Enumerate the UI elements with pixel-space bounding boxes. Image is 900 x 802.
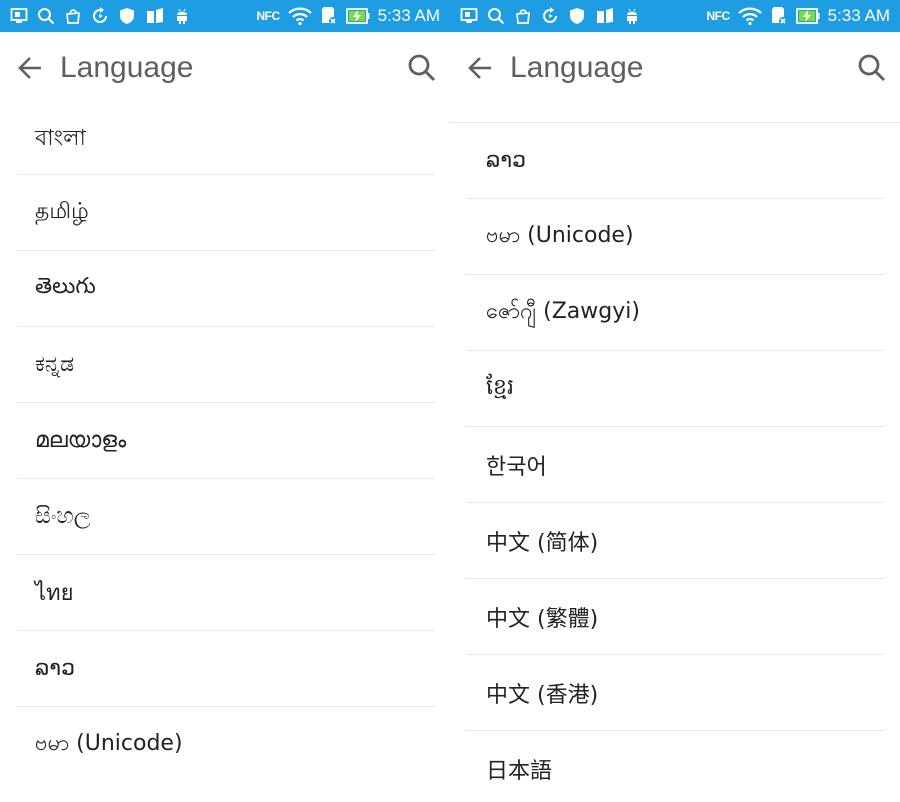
back-button[interactable] [462, 50, 498, 86]
language-item-malayalam[interactable]: മലയാളം [17, 403, 435, 479]
language-item-lao[interactable]: ລາວ [17, 631, 435, 707]
sd-card-icon [321, 7, 337, 25]
battery-charging-icon [795, 8, 820, 24]
screenshot-icon [460, 8, 478, 23]
language-item-burmese-unicode[interactable]: ဗမာ (Unicode) [466, 199, 884, 275]
language-item-burmese-zawgyi[interactable]: ဇော်ဂျီ (Zawgyi) [466, 275, 884, 351]
language-screen-left: NFC 5:33 AM Language বাংলা தமிழ் తెలుగు … [0, 0, 450, 802]
language-item-tamil[interactable]: தமிழ் [17, 175, 435, 251]
arrow-back-icon [468, 57, 491, 79]
sd-card-icon [771, 7, 787, 25]
language-item-bangla[interactable]: বাংলা [17, 104, 435, 175]
search-icon [858, 54, 886, 82]
search-icon [408, 54, 436, 82]
language-item-korean[interactable]: 한국어 [466, 427, 884, 503]
language-item-burmese-unicode[interactable]: ဗမာ (Unicode) [17, 707, 435, 782]
app-bar: Language [0, 32, 450, 104]
page-title: Language [60, 51, 194, 84]
sync-icon [93, 7, 107, 23]
wifi-icon [737, 7, 762, 25]
arrow-back-icon [18, 57, 41, 79]
language-item-khmer[interactable]: ខ្មែរ [466, 351, 884, 427]
weather-icon [147, 8, 163, 23]
language-item-kannada[interactable]: ಕನ್ನಡ [17, 327, 435, 403]
search-button[interactable] [404, 50, 440, 86]
language-item-chinese-traditional[interactable]: 中文 (繁體) [466, 579, 884, 655]
search-icon [38, 8, 55, 25]
status-bar: NFC 5:33 AM [450, 0, 900, 32]
search-button[interactable] [854, 50, 890, 86]
back-button[interactable] [12, 50, 48, 86]
language-item-japanese[interactable]: 日本語 [466, 731, 884, 802]
sync-icon [543, 7, 557, 23]
page-title: Language [510, 51, 644, 84]
bag-icon [516, 9, 530, 24]
status-bar: NFC 5:33 AM [0, 0, 450, 32]
language-screen-right: NFC 5:33 AM Language ລາວ ဗမာ (Unicode) ဇ… [450, 0, 900, 802]
language-item-chinese-simplified[interactable]: 中文 (简体) [466, 503, 884, 579]
android-icon [177, 8, 187, 24]
language-item-telugu[interactable]: తెలుగు [17, 251, 435, 327]
language-item-thai[interactable]: ไทย [17, 555, 435, 631]
language-item-lao[interactable]: ລາວ [466, 123, 884, 199]
language-item-chinese-hongkong[interactable]: 中文 (香港) [466, 655, 884, 731]
search-icon [488, 8, 505, 25]
weather-icon [597, 8, 613, 23]
battery-charging-icon [345, 8, 370, 24]
clock: 5:33 AM [377, 6, 440, 25]
app-bar: Language [450, 32, 900, 104]
shield-icon [570, 8, 584, 24]
clock: 5:33 AM [827, 6, 890, 25]
shield-icon [120, 8, 134, 24]
language-list: বাংলা தமிழ் తెలుగు ಕನ್ನಡ മലയാളം සිංහල ไท… [0, 104, 450, 782]
android-icon [627, 8, 637, 24]
screenshot-icon [10, 8, 28, 23]
nfc-icon: NFC [706, 9, 730, 23]
bag-icon [66, 9, 80, 24]
language-list: ລາວ ဗမာ (Unicode) ဇော်ဂျီ (Zawgyi) ខ្មែរ… [450, 122, 900, 802]
wifi-icon [287, 7, 312, 25]
language-item-sinhala[interactable]: සිංහල [17, 479, 435, 555]
nfc-icon: NFC [256, 9, 280, 23]
